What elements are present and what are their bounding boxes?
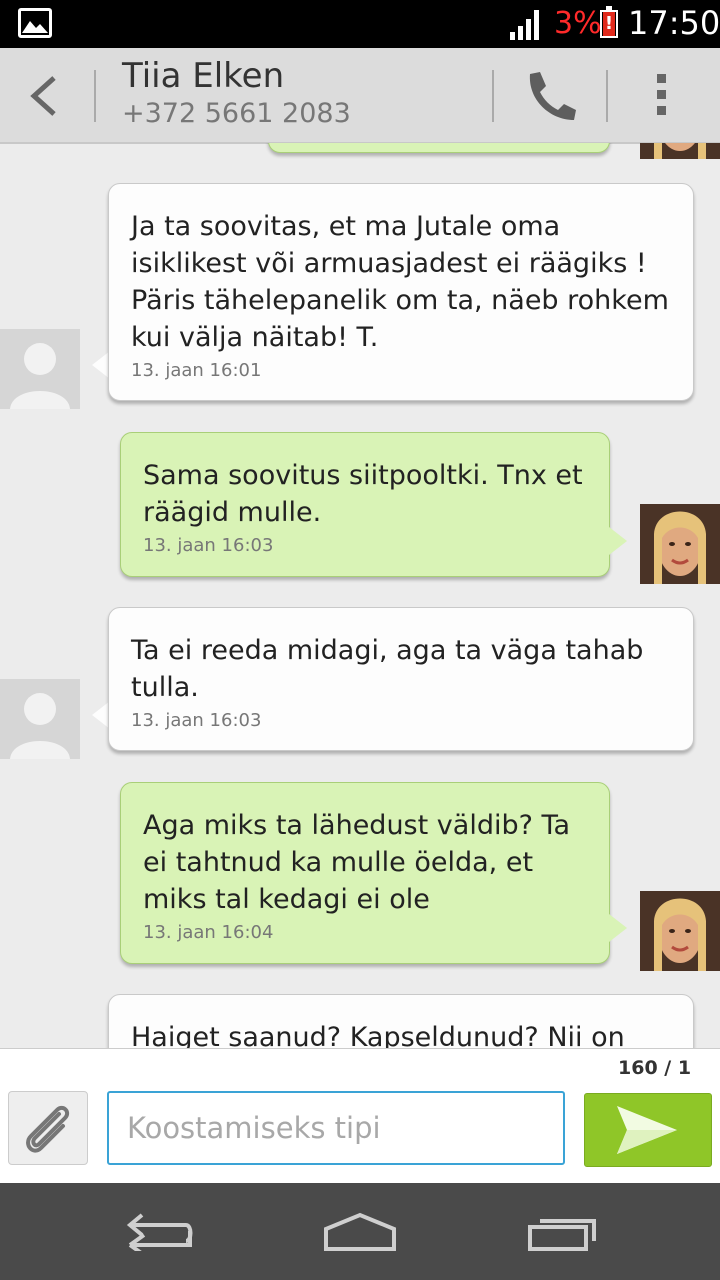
- home-icon[interactable]: [322, 1211, 398, 1257]
- message-bubble-incoming[interactable]: Haiget saanud? Kapseldunud? Nii on: [108, 994, 694, 1048]
- bubble-tail: [609, 527, 627, 555]
- message-bubble-outgoing[interactable]: Sama soovitus siitpooltki. Tnx et räägid…: [120, 432, 610, 577]
- bubble-tail: [609, 914, 627, 942]
- header-divider: [492, 70, 494, 122]
- message-bubble-incoming[interactable]: Ta ei reeda midagi, aga ta väga tahab tu…: [108, 607, 694, 751]
- paperclip-icon: [26, 1105, 70, 1153]
- status-clock: 17:50: [628, 4, 720, 42]
- send-button[interactable]: [584, 1093, 712, 1167]
- contact-avatar: [0, 329, 80, 409]
- back-chevron-icon[interactable]: [28, 76, 60, 120]
- contact-name[interactable]: Tiia Elken: [122, 56, 284, 96]
- attach-button[interactable]: [8, 1091, 88, 1165]
- phone-call-icon[interactable]: [522, 70, 578, 126]
- message-thread[interactable]: Ja ta soovitas, et ma Jutale oma isiklik…: [0, 143, 720, 1048]
- overflow-menu-icon[interactable]: [656, 74, 668, 120]
- header-divider: [94, 70, 96, 122]
- message-timestamp: 13. jaan 16:03: [131, 710, 262, 731]
- conversation-header: Tiia Elken +372 5661 2083: [0, 48, 720, 144]
- battery-percent: 3%: [554, 6, 602, 41]
- message-text: Aga miks ta lähedust väldib? Ta ei tahtn…: [143, 810, 571, 915]
- gallery-notification-icon: [18, 8, 52, 38]
- signal-strength-icon: [510, 10, 544, 44]
- recent-apps-icon[interactable]: [526, 1211, 598, 1257]
- character-counter: 160 / 1: [618, 1057, 692, 1079]
- contact-avatar: [0, 679, 80, 759]
- message-bubble-outgoing-partial[interactable]: [268, 143, 610, 153]
- my-avatar: [640, 891, 720, 971]
- my-avatar: [640, 504, 720, 584]
- message-text: Haiget saanud? Kapseldunud? Nii on: [131, 1022, 625, 1048]
- message-input[interactable]: [107, 1091, 565, 1165]
- header-divider: [606, 70, 608, 122]
- message-bubble-outgoing[interactable]: Aga miks ta lähedust väldib? Ta ei tahtn…: [120, 782, 610, 964]
- message-timestamp: 13. jaan 16:01: [131, 360, 262, 381]
- system-navigation-bar: [0, 1183, 720, 1280]
- message-composer: 160 / 1: [0, 1048, 720, 1184]
- message-timestamp: 13. jaan 16:04: [143, 922, 274, 943]
- send-arrow-icon: [617, 1106, 677, 1154]
- message-text: Sama soovitus siitpooltki. Tnx et räägid…: [143, 460, 583, 528]
- battery-low-icon: !: [600, 6, 618, 38]
- contact-phone-number[interactable]: +372 5661 2083: [122, 98, 351, 129]
- message-text: Ja ta soovitas, et ma Jutale oma isiklik…: [131, 211, 669, 353]
- message-text: Ta ei reeda midagi, aga ta väga tahab tu…: [131, 635, 644, 703]
- status-bar: 3% ! 17:50: [0, 0, 720, 48]
- my-avatar: [640, 143, 720, 159]
- message-bubble-incoming[interactable]: Ja ta soovitas, et ma Jutale oma isiklik…: [108, 183, 694, 401]
- back-icon[interactable]: [124, 1211, 196, 1257]
- message-timestamp: 13. jaan 16:03: [143, 535, 274, 556]
